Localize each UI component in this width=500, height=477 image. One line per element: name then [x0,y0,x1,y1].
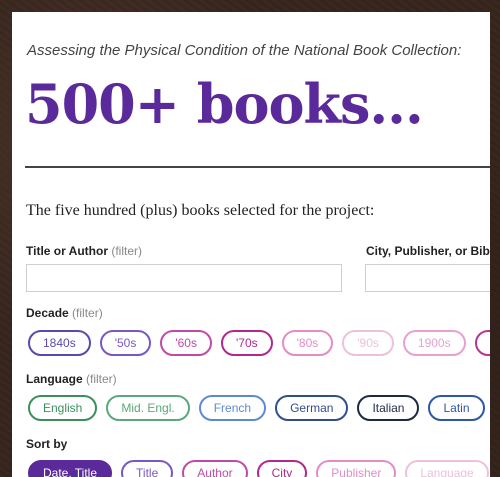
decade-chip-label: '70s [235,336,258,350]
decade-hint: (filter) [72,306,103,320]
decade-chip-label: 1900s [417,336,451,350]
decade-chip[interactable]: '60s [160,330,212,356]
decade-chip[interactable]: 1900s [402,330,466,356]
page-subtitle: Assessing the Physical Condition of the … [27,42,462,59]
decade-chip[interactable]: '90s [342,330,394,356]
sort-chip-label: Author [197,466,233,477]
sort-label: Sort by [26,437,68,451]
page-title: 500+ books... [25,72,424,136]
title-author-label: Title or Author (filter) [26,244,142,258]
language-chip[interactable]: French [198,395,267,421]
language-chip-label: Italian [372,401,405,415]
city-publisher-input[interactable] [365,264,490,292]
language-label: Language (filter) [26,372,117,386]
language-chip-label: Latin [443,401,470,415]
main-panel: Assessing the Physical Condition of the … [12,12,490,477]
sort-chip[interactable]: Date, Title [28,460,113,477]
language-chip[interactable]: English [28,395,98,421]
decade-chip-label: '60s [175,336,197,350]
decade-filter-row: 1840s '50s '60s '70s '80s '90s 1900s '10s [28,330,490,356]
language-filter-row: English Mid. Engl. French German Italian Lati… [28,395,490,421]
decade-chip[interactable]: '70s [220,330,273,356]
sort-chip[interactable]: Publisher [316,460,397,477]
sort-chip[interactable]: Language [405,460,489,477]
intro-text: The five hundred (plus) books selected f… [26,202,375,219]
sort-chip[interactable]: City [256,460,308,477]
decade-label: Decade (filter) [26,306,103,320]
city-publisher-label: City, Publisher, or Bib Ne [366,244,490,258]
sort-chip-label: Language [420,466,474,477]
decade-chip-label: '90s [357,336,379,350]
language-label-text: Language [26,372,83,386]
decade-chip[interactable]: 1840s [28,330,91,356]
sort-chip-label: City [271,466,293,477]
language-chip-label: French [213,401,252,415]
city-publisher-label-text: City, Publisher, or Bib Ne [366,244,490,258]
language-chip-label: Mid. Engl. [121,401,175,415]
language-chip-label: German [290,401,334,415]
decade-chip-label: '80s [296,336,319,350]
decade-chip[interactable]: '50s [99,330,152,356]
language-chip-label: English [43,401,83,415]
decade-chip[interactable]: '80s [281,330,334,356]
sort-chip[interactable]: Title [121,460,174,477]
sort-options-row: Date, Title Title Author City Publisher Langu… [28,460,490,477]
sort-chip-label: Title [136,466,159,477]
title-author-hint: (filter) [111,244,143,258]
language-chip[interactable]: Mid. Engl. [106,395,190,421]
decade-chip[interactable]: '10s [474,330,490,356]
divider [25,166,490,168]
language-chip[interactable]: Italian [357,395,420,421]
decade-chip-label: '50s [114,336,137,350]
language-chip[interactable]: Latin [428,395,485,421]
title-author-input[interactable] [26,264,342,292]
decade-label-text: Decade [26,306,69,320]
sort-chip[interactable]: Author [182,460,248,477]
language-hint: (filter) [86,372,117,386]
title-author-label-text: Title or Author [26,244,108,258]
language-chip[interactable]: German [275,395,349,421]
sort-chip-label: Date, Title [43,466,98,477]
sort-chip-label: Publisher [331,466,382,477]
decade-chip-label: 1840s [43,336,76,350]
